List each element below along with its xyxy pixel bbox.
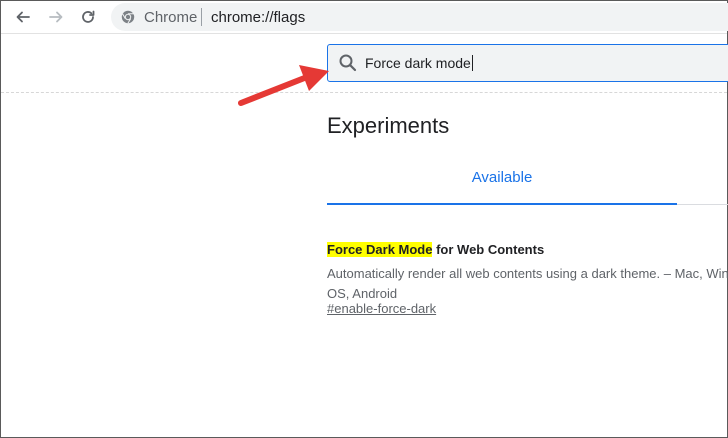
chrome-logo-icon — [121, 10, 135, 24]
search-input[interactable]: Force dark mode — [365, 55, 473, 71]
annotation-arrow-icon — [238, 65, 329, 106]
flag-description-line-1: Automatically render all web contents us… — [327, 266, 728, 281]
search-icon — [339, 54, 357, 72]
omnibox-separator — [201, 8, 202, 26]
forward-button[interactable] — [45, 6, 67, 28]
flag-description: Automatically render all web contents us… — [327, 264, 728, 304]
flag-title-rest: for Web Contents — [432, 242, 545, 257]
page-title: Experiments — [327, 113, 450, 138]
browser-toolbar: Chrome chrome://flags — [1, 1, 728, 34]
flag-title: Force Dark Mode for Web Contents — [327, 242, 544, 257]
address-bar[interactable]: Chrome chrome://flags — [111, 3, 728, 31]
search-flags-field[interactable]: Force dark mode — [327, 44, 728, 82]
reload-icon — [82, 10, 95, 23]
reload-button[interactable] — [77, 6, 99, 28]
back-arrow-icon — [16, 11, 30, 23]
tab-active-indicator — [327, 203, 677, 205]
search-input-value: Force dark mode — [365, 55, 471, 71]
forward-arrow-icon — [49, 11, 63, 23]
tab-available[interactable]: Available — [327, 169, 677, 205]
text-caret — [471, 55, 473, 71]
tab-divider — [677, 204, 728, 205]
omnibox-url[interactable]: chrome://flags — [211, 9, 305, 26]
flag-title-highlight: Force Dark Mode — [327, 242, 433, 257]
omnibox-site-label: Chrome — [144, 9, 198, 26]
flag-anchor-link[interactable]: #enable-force-dark — [327, 301, 436, 316]
back-button[interactable] — [12, 6, 34, 28]
